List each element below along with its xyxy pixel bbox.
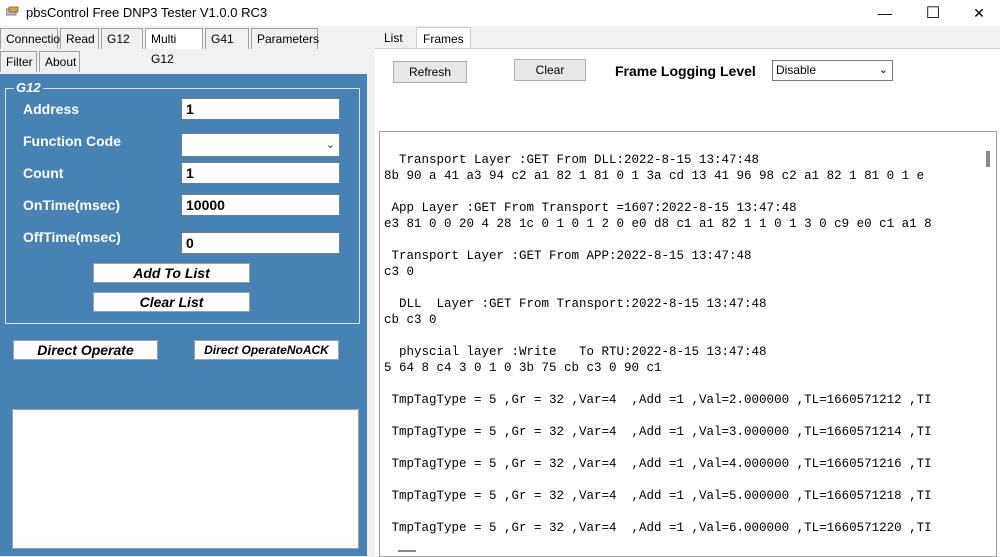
left-panel: Connection Read G12 Multi G12 G41 Parame… (0, 26, 367, 556)
command-list-box[interactable] (12, 409, 359, 549)
add-to-list-button[interactable]: Add To List (93, 263, 250, 283)
frame-logging-value: Disable (776, 63, 817, 77)
clear-button[interactable]: Clear (514, 59, 586, 81)
log-line: TmpTagType = 5 ,Gr = 32 ,Var=4 ,Add =1 ,… (384, 393, 932, 407)
log-line: 8b 90 a 41 a3 94 c2 a1 82 1 81 0 1 3a cd… (384, 169, 925, 183)
scroll-thumb[interactable] (986, 151, 990, 167)
function-code-select[interactable]: ⌄ (181, 133, 340, 157)
right-panel: List Frames Refresh Clear Frame Logging … (375, 26, 1000, 557)
app-icon (6, 6, 19, 16)
frames-log-text: Transport Layer :GET From DLL:2022-8-15 … (384, 152, 984, 536)
log-line: TmpTagType = 5 ,Gr = 32 ,Var=4 ,Add =1 ,… (384, 521, 932, 535)
tab-parameters[interactable]: Parameters (251, 28, 319, 49)
vertical-scrollbar[interactable] (982, 132, 996, 556)
splitter[interactable] (367, 26, 375, 556)
tab-g12[interactable]: G12 (101, 28, 143, 49)
chevron-down-icon: ⌄ (878, 64, 888, 76)
direct-operate-noack-button[interactable]: Direct OperateNoACK (194, 340, 339, 360)
tab-frames[interactable]: Frames (416, 27, 471, 48)
tab-read[interactable]: Read (60, 28, 99, 49)
g12-group: G12 Address 1 Function Code ⌄ Count 1 On… (5, 80, 360, 324)
log-line: TmpTagType = 5 ,Gr = 32 ,Var=4 ,Add =1 ,… (384, 457, 932, 471)
chevron-down-icon: ⌄ (325, 139, 335, 151)
ontime-input[interactable]: 10000 (181, 194, 340, 216)
multi-g12-panel: G12 Address 1 Function Code ⌄ Count 1 On… (0, 74, 367, 556)
log-line: physcial layer :Write To RTU:2022-8-15 1… (384, 345, 767, 359)
frames-page: Refresh Clear Frame Logging Level Disabl… (375, 48, 1000, 557)
tab-about[interactable]: About (39, 51, 80, 72)
clear-list-button[interactable]: Clear List (93, 292, 250, 312)
offtime-input[interactable]: 0 (181, 232, 340, 254)
log-line: e3 81 0 0 20 4 28 1c 0 1 0 1 2 0 e0 d8 c… (384, 217, 932, 231)
tab-connection[interactable]: Connection (0, 28, 67, 49)
count-input[interactable]: 1 (181, 162, 340, 184)
frame-logging-select[interactable]: Disable ⌄ (772, 60, 893, 81)
log-line: TmpTagType = 5 ,Gr = 32 ,Var=4 ,Add =1 ,… (384, 425, 932, 439)
tab-list[interactable]: List (378, 27, 409, 48)
left-tab-row-2: Filter About (0, 51, 82, 73)
log-line: App Layer :GET From Transport =1607:2022… (384, 201, 797, 215)
minimize-button[interactable]: — (862, 0, 908, 26)
log-line: DLL Layer :GET From Transport:2022-8-15 … (384, 297, 767, 311)
log-line: Transport Layer :GET From DLL:2022-8-15 … (384, 153, 760, 167)
function-code-label: Function Code (23, 133, 121, 149)
log-line: c3 0 (384, 265, 415, 279)
count-label: Count (23, 165, 64, 181)
refresh-button[interactable]: Refresh (393, 61, 467, 83)
window-title: pbsControl Free DNP3 Tester V1.0.0 RC3 (26, 5, 268, 20)
log-line: 5 64 8 c4 3 0 1 0 3b 75 cb c3 0 90 c1 (384, 361, 662, 375)
minimize-icon: — (878, 5, 892, 21)
group-legend: G12 (14, 80, 43, 95)
tab-g41[interactable]: G41 (205, 28, 249, 49)
close-button[interactable]: ✕ (956, 0, 1000, 26)
log-line: cb c3 0 (384, 313, 437, 327)
title-bar: pbsControl Free DNP3 Tester V1.0.0 RC3 —… (0, 0, 1000, 26)
address-label: Address (23, 101, 80, 117)
frames-log[interactable]: Transport Layer :GET From DLL:2022-8-15 … (379, 131, 997, 557)
direct-operate-button[interactable]: Direct Operate (13, 340, 158, 360)
offtime-label: OffTime(msec) (23, 229, 121, 245)
log-line: Transport Layer :GET From APP:2022-8-15 … (384, 249, 752, 263)
tab-multi-g12[interactable]: Multi G12 (145, 28, 203, 66)
horizontal-scrollbar[interactable] (398, 550, 416, 552)
maximize-button[interactable]: ☐ (910, 0, 956, 26)
address-input[interactable]: 1 (181, 98, 340, 120)
tab-filter[interactable]: Filter (0, 51, 37, 72)
close-icon: ✕ (973, 4, 985, 21)
left-tab-row-1: Connection Read G12 Multi G12 G41 Parame… (0, 28, 320, 66)
log-line: TmpTagType = 5 ,Gr = 32 ,Var=4 ,Add =1 ,… (384, 489, 932, 503)
ontime-label: OnTime(msec) (23, 197, 120, 213)
maximize-icon: ☐ (925, 5, 941, 22)
frame-logging-label: Frame Logging Level (615, 63, 756, 79)
